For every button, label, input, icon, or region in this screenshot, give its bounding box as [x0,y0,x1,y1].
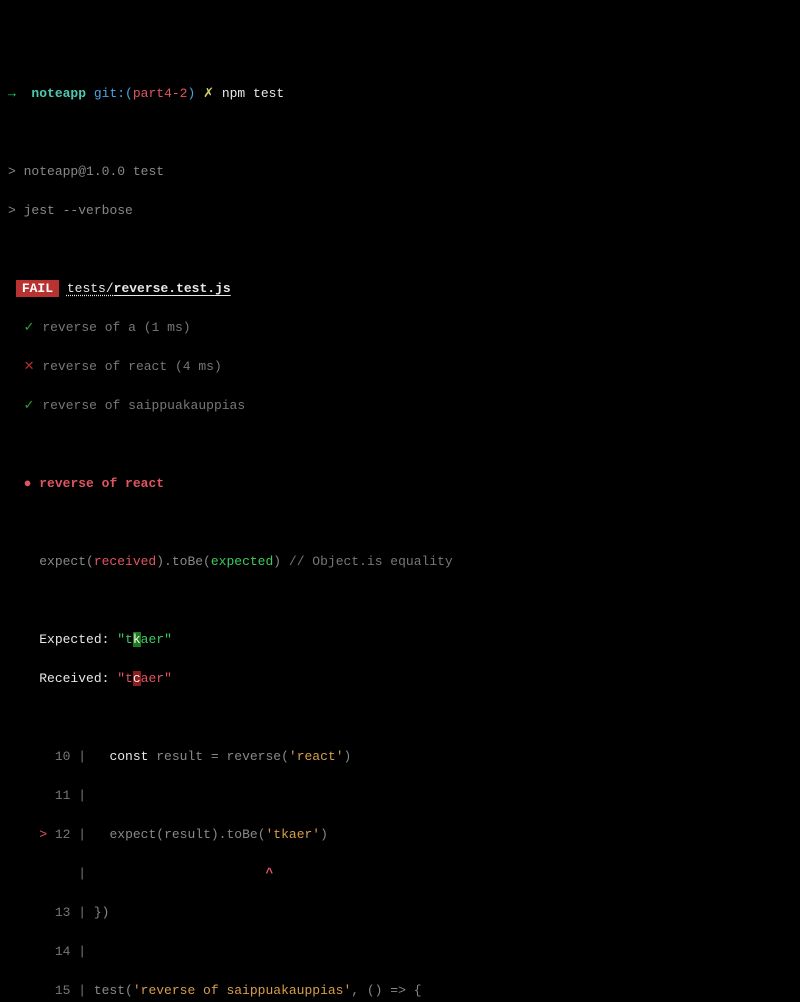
test-result-row: ✓ reverse of saippuakauppias [8,396,792,416]
code-text: ) [320,827,328,842]
q: " [117,632,125,647]
assertion-comment: // Object.is equality [281,554,453,569]
pipe-icon: | [70,944,86,959]
blank-line [8,513,792,533]
expect-pre: expect( [39,554,94,569]
failure-name: reverse of react [39,476,164,491]
line-num: 10 [55,749,71,764]
string-literal: 'tkaer' [266,827,321,842]
caret-icon: ^ [265,866,273,881]
pipe-icon: | [70,827,109,842]
fail-dir: tests/ [67,281,114,296]
expected-diff-char: k [133,632,141,647]
expected-pre: t [125,632,133,647]
caret-line: | ^ [8,864,792,884]
blank-line [8,435,792,455]
prompt-arrow: → [8,86,16,101]
expected-label: Expected: [39,632,117,647]
test-name: reverse of a [42,320,136,335]
code-line: 11 | [8,786,792,806]
code-text: expect(result).toBe( [109,827,265,842]
test-name: reverse of saippuakauppias [42,398,245,413]
blank-line [8,123,792,143]
pipe-icon: | [70,788,86,803]
pipe-icon: | [70,983,93,998]
pipe-icon: | [70,749,109,764]
code-text: , () => { [351,983,421,998]
fail-header: FAIL tests/reverse.test.js [8,279,792,299]
fail-file: reverse.test.js [114,281,231,296]
blank-line [8,708,792,728]
assertion-line: expect(received).toBe(expected) // Objec… [8,552,792,572]
gt-icon: > [8,203,16,218]
failure-title: ● reverse of react [8,474,792,494]
string-literal: 'react' [289,749,344,764]
test-result-row: ✓ reverse of a (1 ms) [8,318,792,338]
runner-line-1: > noteapp@1.0.0 test [8,162,792,182]
code-line: 15 | test('reverse of saippuakauppias', … [8,981,792,1001]
received-label: Received: [39,671,117,686]
git-dirty-icon: ✗ [203,86,214,101]
git-prefix: git:( [94,86,133,101]
shell-prompt[interactable]: → noteapp git:(part4-2) ✗ npm test [8,84,792,104]
test-time: (1 ms) [144,320,191,335]
caret-gt-icon: > [39,827,47,842]
test-name: reverse of react [42,359,167,374]
pipe-icon: | [70,905,93,920]
gt-icon: > [8,164,16,179]
runner-text-2: jest --verbose [24,203,133,218]
expected-line: Expected: "tkaer" [8,630,792,650]
caret-spaces [86,866,265,881]
code-line-error: > 12 | expect(result).toBe('tkaer') [8,825,792,845]
check-icon: ✓ [24,398,35,413]
command-text: npm test [222,86,284,101]
q: " [164,632,172,647]
code-line: 10 | const result = reverse('react') [8,747,792,767]
code-text: }) [94,905,110,920]
line-num: 14 [55,944,71,959]
line-num: 11 [55,788,71,803]
fail-badge: FAIL [16,280,59,297]
expect-mid1: ).toBe( [156,554,211,569]
code-line: 13 | }) [8,903,792,923]
bullet-icon: ● [24,476,32,491]
blank-line [8,240,792,260]
cross-icon: ✕ [24,359,35,374]
line-num: 12 [55,827,71,842]
prompt-dir: noteapp [31,86,86,101]
git-suffix: ) [187,86,195,101]
check-icon: ✓ [24,320,35,335]
received-post: aer [141,671,164,686]
code-text: result = reverse( [148,749,288,764]
received-line: Received: "tcaer" [8,669,792,689]
received-pre: t [125,671,133,686]
git-branch: part4-2 [133,86,188,101]
code-text: test( [94,983,133,998]
q: " [164,671,172,686]
line-num: 15 [55,983,71,998]
code-line: 14 | [8,942,792,962]
code-text: ) [344,749,352,764]
expect-received: received [94,554,156,569]
expected-post: aer [141,632,164,647]
test-time: (4 ms) [175,359,222,374]
pipe-icon: | [55,866,86,881]
kw-const: const [109,749,148,764]
runner-text-1: noteapp@1.0.0 test [24,164,164,179]
q: " [117,671,125,686]
expect-mid2: ) [273,554,281,569]
line-num: 13 [55,905,71,920]
blank-line [8,591,792,611]
received-diff-char: c [133,671,141,686]
runner-line-2: > jest --verbose [8,201,792,221]
string-literal: 'reverse of saippuakauppias' [133,983,351,998]
expect-expected: expected [211,554,273,569]
test-result-row: ✕ reverse of react (4 ms) [8,357,792,377]
